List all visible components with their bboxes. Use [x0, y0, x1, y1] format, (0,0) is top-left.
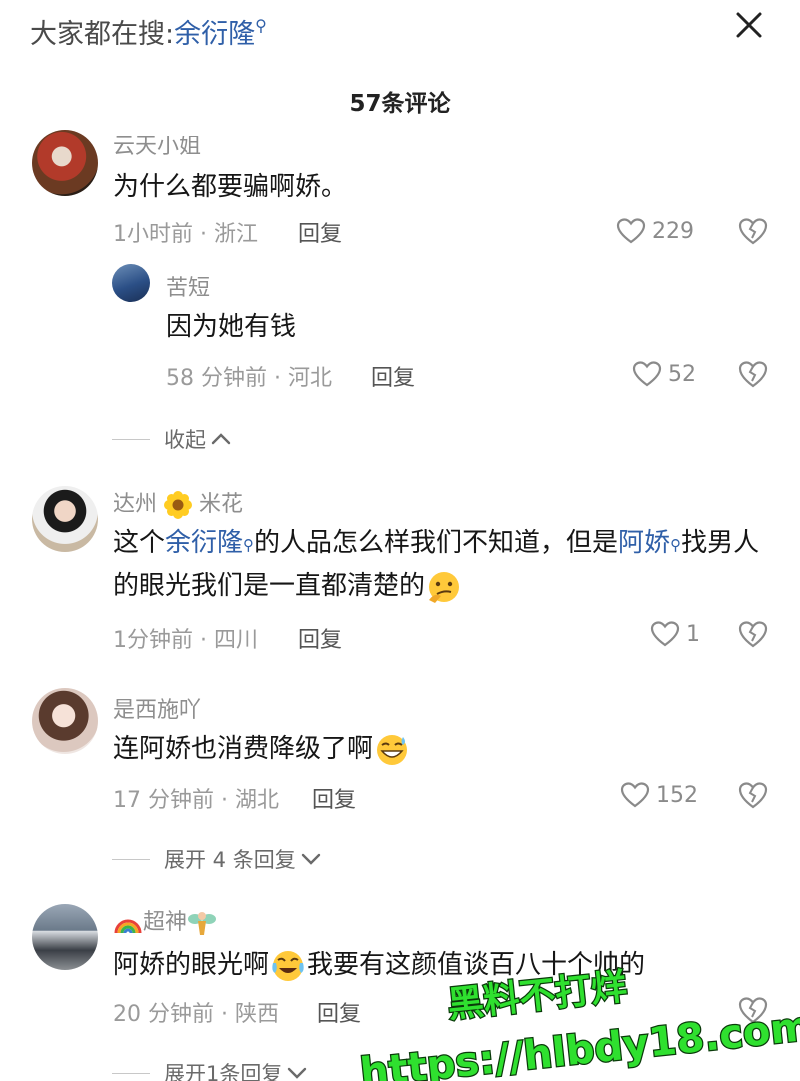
broken-heart-icon[interactable] [737, 215, 769, 247]
heart-icon [616, 218, 646, 244]
like-count: 229 [652, 218, 694, 244]
watermark: 黑料不打烊 https://hlbdy18.com [357, 965, 800, 1081]
top-bar: 大家都在搜:余衍隆⚲ [0, 0, 800, 64]
like-button[interactable]: 229 [616, 215, 694, 247]
username[interactable]: 达州 米花 [113, 486, 243, 519]
like-button[interactable]: 1 [650, 618, 700, 650]
expand-label: 展开 4 条回复 [164, 848, 296, 872]
expand-replies-button[interactable]: 展开 4 条回复 [112, 844, 322, 874]
avatar[interactable] [32, 486, 98, 552]
reply-button[interactable]: 回复 [298, 216, 342, 248]
search-icon: ⚲ [243, 536, 255, 554]
fairy-emoji-icon [188, 912, 217, 935]
username-suffix: 米花 [199, 492, 244, 517]
chevron-down-icon [288, 1067, 307, 1079]
broken-heart-icon[interactable] [737, 779, 769, 811]
like-count: 152 [656, 782, 698, 808]
collapse-label: 收起 [164, 428, 206, 452]
reply-button[interactable]: 回复 [371, 360, 415, 392]
search-icon: ⚲ [255, 16, 267, 35]
avatar[interactable] [32, 688, 98, 754]
comment-count: 57条评论 [349, 91, 451, 117]
crying-laughing-emoji-icon [272, 950, 304, 981]
time-location: 1小时前 · 浙江 [113, 222, 258, 247]
username-text: 超神 [143, 910, 188, 935]
text-segment: 这个 [113, 528, 166, 558]
username[interactable]: 是西施吖 [113, 692, 201, 724]
chevron-down-icon [301, 853, 320, 865]
rainbow-emoji-icon [114, 919, 142, 934]
comment-text: 为什么都要骗啊娇。 [113, 172, 348, 202]
like-count: 1 [686, 621, 700, 647]
comment-text: 连阿娇也消费降级了啊 [113, 728, 773, 771]
comment-text: 因为她有钱 [166, 312, 297, 342]
broken-heart-icon[interactable] [737, 358, 769, 390]
text-segment: 的人品怎么样我们不知道，但是 [254, 528, 619, 558]
time-location: 17 分钟前 · 湖北 [113, 788, 279, 813]
heart-icon [632, 361, 662, 387]
comment-text: 这个余衍隆⚲的人品怎么样我们不知道，但是阿娇⚲找男人的眼光我们是一直都清楚的 [113, 522, 773, 608]
text-segment: 连阿娇也消费降级了啊 [113, 734, 374, 764]
avatar[interactable] [32, 904, 98, 970]
reply-button[interactable]: 回复 [298, 622, 342, 654]
expand-replies-button[interactable]: 展开1条回复 [112, 1058, 308, 1081]
flower-emoji-icon [164, 491, 193, 519]
reply-button[interactable]: 回复 [312, 782, 356, 814]
heart-icon [650, 621, 680, 647]
username[interactable]: 苦短 [166, 270, 210, 302]
close-icon[interactable] [732, 8, 766, 42]
username[interactable]: 云天小姐 [113, 136, 201, 160]
thinking-emoji-icon [429, 571, 460, 603]
like-count: 52 [668, 361, 696, 387]
time-location: 20 分钟前 · 陕西 [113, 1002, 279, 1027]
time-location: 1分钟前 · 四川 [113, 628, 258, 653]
trending-keyword[interactable]: 余衍隆 [174, 19, 255, 50]
watermark-line2: https://hlbdy18.com [358, 1003, 800, 1081]
broken-heart-icon[interactable] [737, 618, 769, 650]
text-segment: 阿娇的眼光啊 [113, 950, 270, 980]
expand-label: 展开1条回复 [164, 1062, 283, 1081]
keyword-link[interactable]: 阿娇 [618, 528, 670, 558]
grinning-sweat-emoji-icon [377, 734, 408, 765]
time-location: 58 分钟前 · 河北 [166, 366, 332, 391]
username-prefix: 达州 [113, 492, 158, 517]
trending-prefix: 大家都在搜: [30, 19, 175, 50]
watermark-line1: 黑料不打烊 [446, 967, 629, 1027]
like-button[interactable]: 52 [632, 358, 696, 390]
keyword-link[interactable]: 余衍隆 [165, 528, 243, 558]
heart-icon [620, 782, 650, 808]
avatar[interactable] [32, 130, 98, 196]
divider [112, 438, 150, 440]
avatar[interactable] [112, 264, 150, 302]
chevron-up-icon [211, 433, 231, 445]
username[interactable]: 超神 [113, 904, 217, 937]
search-icon: ⚲ [670, 536, 682, 554]
divider [112, 1072, 150, 1074]
trending-search-hint[interactable]: 大家都在搜:余衍隆⚲ [30, 12, 267, 51]
collapse-replies-button[interactable]: 收起 [112, 424, 232, 454]
like-button[interactable]: 152 [620, 779, 698, 811]
divider [112, 858, 150, 860]
